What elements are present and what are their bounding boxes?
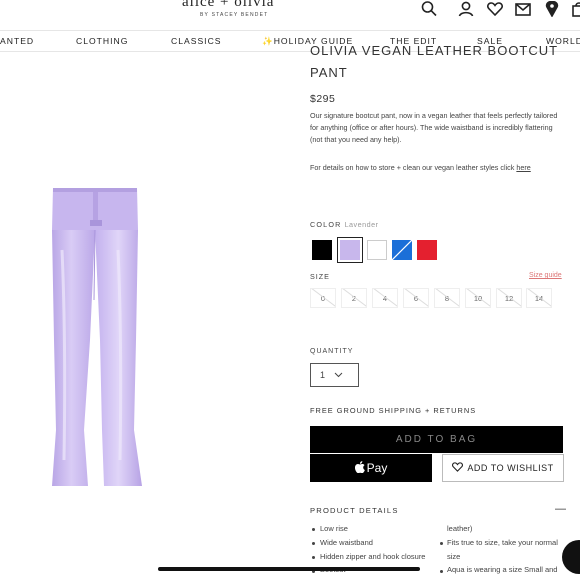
mail-icon[interactable] — [512, 0, 534, 18]
size-guide-link[interactable]: Size guide — [529, 272, 562, 279]
bullet-dot — [440, 570, 443, 573]
care-instructions: For details on how to store + clean our … — [310, 163, 564, 172]
product-description: Our signature bootcut pant, now in a veg… — [310, 111, 558, 144]
product-details-header[interactable]: PRODUCT DETAILS — [310, 506, 399, 515]
heart-icon[interactable] — [484, 0, 506, 18]
add-to-wishlist-button[interactable]: ADD TO WISHLIST — [442, 454, 564, 482]
size-option-12[interactable]: 12 — [496, 288, 522, 308]
bullet-dot — [312, 556, 315, 559]
apple-pay-label: Pay — [366, 461, 388, 475]
location-icon[interactable] — [541, 0, 563, 18]
heart-icon — [452, 462, 464, 474]
care-link[interactable]: here — [516, 163, 530, 172]
add-to-bag-button[interactable]: ADD TO BAG — [310, 426, 563, 453]
size-option-6[interactable]: 6 — [403, 288, 429, 308]
nav-item-classics[interactable]: CLASSICS — [171, 36, 222, 46]
detail-item: leather) — [447, 524, 473, 533]
detail-item: Hidden zipper and hook closure — [320, 552, 426, 561]
swatch-white[interactable] — [367, 240, 387, 260]
detail-item: Wide waistband — [320, 538, 373, 547]
home-indicator — [158, 567, 420, 571]
site-header: alice + olivia BY STACEY BENDET — [0, 0, 580, 30]
apple-icon — [354, 460, 365, 476]
care-text: For details on how to store + clean our … — [310, 163, 515, 172]
quantity-value: 1 — [320, 370, 326, 380]
size-option-8[interactable]: 8 — [434, 288, 460, 308]
detail-item: Fits true to size, take your normal — [447, 538, 558, 547]
apple-pay-button[interactable]: Pay — [310, 454, 432, 482]
quantity-select[interactable]: 1 — [310, 363, 359, 387]
size-label: SIZE — [310, 272, 330, 281]
swatch-blue[interactable] — [392, 240, 412, 260]
brand-logo-subtitle: BY STACEY BENDET — [200, 12, 269, 18]
shipping-note: FREE GROUND SHIPPING + RETURNS — [310, 406, 477, 415]
brand-logo[interactable]: alice + olivia — [182, 0, 274, 11]
color-label-text: COLOR — [310, 220, 342, 229]
nav-item-wanted[interactable]: ANTED — [0, 36, 34, 46]
collapse-toggle[interactable]: — — [555, 503, 566, 515]
detail-item: size — [447, 552, 461, 561]
product-title-line2: PANT — [310, 65, 348, 80]
bullet-dot — [440, 542, 443, 545]
chat-button[interactable] — [562, 540, 580, 574]
swatch-black[interactable] — [312, 240, 332, 260]
chevron-down-icon — [334, 370, 343, 380]
size-option-2[interactable]: 2 — [341, 288, 367, 308]
nav-item-clothing[interactable]: CLOTHING — [76, 36, 128, 46]
size-option-4[interactable]: 4 — [372, 288, 398, 308]
detail-item: Low rise — [320, 524, 348, 533]
size-option-10[interactable]: 10 — [465, 288, 491, 308]
size-option-14[interactable]: 14 — [526, 288, 552, 308]
color-value: Lavender — [344, 220, 379, 229]
wishlist-label: ADD TO WISHLIST — [467, 463, 554, 473]
detail-item: Aqua is wearing a size Small and — [447, 565, 558, 574]
user-icon[interactable] — [455, 0, 477, 18]
color-label: COLOR Lavender — [310, 220, 379, 229]
search-icon[interactable] — [418, 0, 440, 18]
bullet-dot — [312, 542, 315, 545]
size-option-0[interactable]: 0 — [310, 288, 336, 308]
bag-icon[interactable] — [568, 0, 580, 18]
product-image[interactable] — [40, 180, 150, 492]
swatch-red[interactable] — [417, 240, 437, 260]
product-title-line1: OLIVIA VEGAN LEATHER BOOTCUT — [310, 43, 559, 58]
bullet-dot — [312, 528, 315, 531]
quantity-label: QUANTITY — [310, 348, 354, 355]
swatch-lavender[interactable] — [337, 237, 363, 263]
product-price: $295 — [310, 93, 336, 105]
